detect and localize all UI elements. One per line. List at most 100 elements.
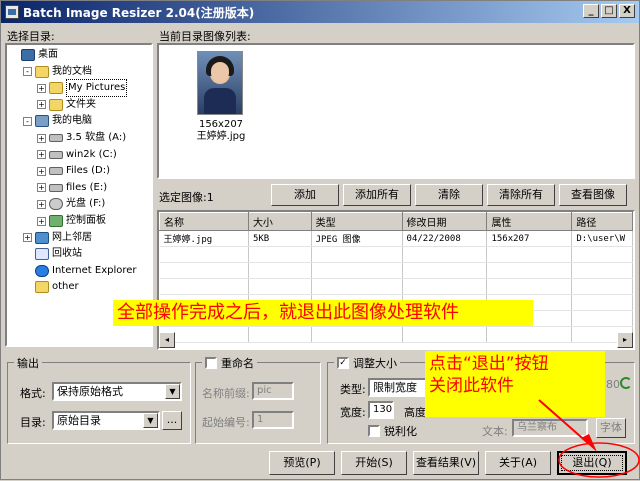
- empty-cell: [159, 246, 249, 263]
- empty-cell: [248, 278, 312, 295]
- tree-item[interactable]: - 我的文档: [23, 64, 92, 80]
- scroll-left-button[interactable]: ◂: [159, 332, 175, 348]
- resize-label: 调整大小: [353, 357, 397, 370]
- cd-drive-icon: [49, 198, 63, 211]
- tree-item[interactable]: +3.5 软盘 (A:): [37, 130, 126, 146]
- portrait-clothes: [204, 88, 236, 114]
- resize-checkbox[interactable]: ✓: [337, 357, 349, 369]
- tree-item[interactable]: 桌面: [9, 47, 58, 63]
- tree-item[interactable]: + files (E:): [37, 180, 107, 196]
- empty-cell: [571, 246, 633, 263]
- expand-icon[interactable]: +: [37, 183, 46, 193]
- empty-cell: [402, 278, 488, 295]
- column-header[interactable]: 类型: [310, 212, 403, 231]
- expand-icon[interactable]: +: [37, 216, 46, 226]
- start-number-input[interactable]: 1: [252, 411, 294, 429]
- table-cell: 156x207: [486, 230, 573, 247]
- empty-cell: [311, 278, 403, 295]
- file-list[interactable]: 名称 大小 类型 修改日期 属性 路径 王婷婷.jpg 5KB JPEG 图像 04/22/20…: [157, 210, 635, 350]
- view-image-button[interactable]: 查看图像: [559, 184, 627, 206]
- title-bar[interactable]: Batch Image Resizer 2.04(注册版本) _ □ X: [1, 1, 639, 23]
- control-panel-icon: [49, 215, 63, 227]
- browse-button[interactable]: ...: [162, 411, 182, 430]
- close-button[interactable]: X: [619, 4, 635, 18]
- tree-item[interactable]: + Files (D:): [37, 163, 110, 179]
- expand-icon[interactable]: +: [37, 83, 46, 93]
- thumbnail-panel[interactable]: 156x207 王婷婷.jpg: [157, 43, 635, 179]
- table-cell: JPEG 图像: [311, 230, 403, 247]
- add-all-button[interactable]: 添加所有: [343, 184, 411, 206]
- clear-all-button[interactable]: 清除所有: [487, 184, 555, 206]
- text-label: 文本:: [482, 425, 508, 438]
- empty-cell: [486, 246, 573, 263]
- empty-cell: [571, 294, 633, 311]
- expand-icon[interactable]: +: [23, 233, 32, 243]
- tree-item[interactable]: + My Pictures: [37, 79, 128, 98]
- prefix-input[interactable]: pic: [252, 382, 294, 400]
- table-cell: 5KB: [248, 230, 312, 247]
- ie-icon: [35, 264, 49, 277]
- format-dropdown-icon[interactable]: ▼: [165, 384, 180, 399]
- collapse-icon[interactable]: -: [23, 116, 32, 126]
- tree-item[interactable]: - 我的电脑: [23, 113, 92, 129]
- table-row[interactable]: 王婷婷.jpg 5KB JPEG 图像 04/22/2008 156x207 D:\use…: [159, 230, 633, 247]
- expand-icon[interactable]: +: [37, 100, 46, 110]
- tree-item[interactable]: Internet Explorer: [23, 263, 137, 279]
- empty-cell: [311, 326, 403, 343]
- app-window: Batch Image Resizer 2.04(注册版本) _ □ X 选择目…: [0, 0, 640, 480]
- expand-icon[interactable]: +: [37, 133, 46, 143]
- thumbnail-image[interactable]: [197, 51, 243, 115]
- refresh-icon[interactable]: [620, 377, 632, 389]
- expand-icon[interactable]: +: [37, 166, 46, 176]
- tree-item[interactable]: + win2k (C:): [37, 147, 117, 163]
- prefix-label: 名称前缀:: [202, 387, 250, 400]
- clear-button[interactable]: 清除: [415, 184, 483, 206]
- empty-cell: [486, 326, 573, 343]
- tree-item-label: My Pictures: [66, 79, 128, 98]
- sharpen-option[interactable]: 锐利化: [368, 423, 417, 439]
- tree-item[interactable]: + 文件夹: [37, 97, 96, 113]
- folder-icon: [49, 98, 63, 111]
- empty-row: [159, 246, 633, 263]
- add-button[interactable]: 添加: [271, 184, 339, 206]
- instruction-banner: 全部操作完成之后，就退出此图像处理软件: [113, 300, 533, 326]
- network-icon: [35, 231, 49, 244]
- sharpen-checkbox[interactable]: [368, 425, 380, 437]
- view-results-button[interactable]: 查看结果(V): [413, 451, 479, 475]
- tree-item[interactable]: 回收站: [23, 246, 82, 262]
- minimize-button[interactable]: _: [583, 4, 599, 18]
- width-input[interactable]: 130: [368, 401, 394, 419]
- column-header[interactable]: 修改日期: [401, 212, 488, 231]
- tree-item-label: other: [52, 281, 79, 293]
- app-icon: [5, 5, 19, 19]
- selected-count: 选定图像:1: [159, 191, 214, 204]
- start-button[interactable]: 开始(S): [341, 451, 407, 475]
- tree-item[interactable]: + 网上邻居: [23, 230, 92, 246]
- tree-item[interactable]: other: [23, 279, 79, 295]
- expand-icon[interactable]: +: [37, 150, 46, 160]
- directory-dropdown-icon[interactable]: ▼: [143, 413, 158, 428]
- scroll-right-button[interactable]: ▸: [617, 332, 633, 348]
- tree-item[interactable]: + 控制面板: [37, 213, 106, 229]
- recycle-bin-icon: [35, 248, 49, 261]
- column-header[interactable]: 大小: [247, 212, 312, 231]
- column-header[interactable]: 名称: [159, 212, 249, 231]
- tree-item-label: 回收站: [52, 248, 82, 260]
- tree-item[interactable]: + 光盘 (F:): [37, 196, 105, 212]
- maximize-button[interactable]: □: [601, 4, 617, 18]
- directory-select[interactable]: 原始目录 ▼: [52, 411, 160, 430]
- thumbnail-caption: 156x207 王婷婷.jpg: [179, 119, 263, 143]
- format-label: 格式:: [20, 387, 46, 400]
- collapse-icon[interactable]: -: [23, 67, 32, 77]
- sharpen-label: 锐利化: [384, 425, 417, 438]
- tree-item-label: 文件夹: [66, 98, 96, 110]
- preview-button[interactable]: 预览(P): [269, 451, 335, 475]
- resize-group-title: ✓ 调整大小: [334, 355, 400, 371]
- column-header[interactable]: 路径: [571, 212, 633, 231]
- empty-row: [159, 326, 633, 343]
- tree-item-label: Internet Explorer: [52, 264, 137, 276]
- format-select[interactable]: 保持原始格式 ▼: [52, 382, 182, 401]
- expand-icon[interactable]: +: [37, 199, 46, 209]
- rename-checkbox[interactable]: [205, 357, 217, 369]
- column-header[interactable]: 属性: [486, 212, 573, 231]
